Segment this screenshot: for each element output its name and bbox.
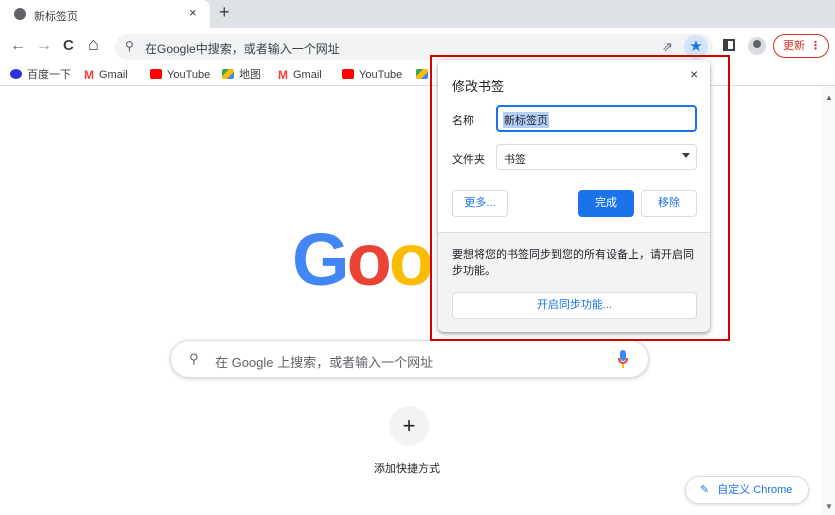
bookmark-label: YouTube [167,69,211,81]
maps-icon [222,69,234,79]
search-box[interactable]: ⚲ 在 Google 上搜索，或者输入一个网址 [170,340,649,378]
side-panel-icon[interactable] [723,39,735,51]
reload-icon[interactable]: C [63,36,74,56]
bookmark-youtube-2[interactable]: YouTube [342,67,402,83]
customize-chrome-button[interactable]: ✎ 自定义 Chrome [685,476,809,504]
google-logo: Goo [292,218,434,301]
bookmark-label: Gmail [293,69,322,81]
bookmark-label: 百度一下 [27,69,71,81]
address-bar-placeholder: 在Google中搜索，或者输入一个网址 [145,42,340,56]
bookmark-youtube[interactable]: YouTube [150,67,210,83]
scroll-down-icon[interactable]: ▼ [825,502,833,511]
new-tab-button[interactable]: + [219,2,230,23]
highlight-box [430,55,730,341]
tab-new-tab[interactable]: 新标签页 × [0,0,210,28]
gmail-icon: M [84,68,94,82]
bookmark-maps[interactable]: 地图 [222,67,261,83]
baidu-icon [10,69,22,79]
chrome-favicon-icon [14,8,26,20]
menu-icon[interactable]: ⋮ [810,35,821,57]
bookmark-gmail-2[interactable]: M Gmail [278,67,322,83]
youtube-icon [342,69,354,79]
search-icon: ⚲ [189,351,199,366]
profile-avatar-icon[interactable] [748,37,766,55]
bookmark-label: 地图 [239,69,261,81]
gmail-icon: M [278,68,288,82]
pencil-icon: ✎ [700,484,710,496]
bookmark-baidu[interactable]: 百度一下 [10,67,71,83]
search-icon: ⚲ [125,39,134,53]
logo-letter-o2: o [388,218,434,301]
tab-strip: 新标签页 × + [0,0,835,28]
add-shortcut-button[interactable]: + [389,406,429,446]
forward-icon[interactable]: → [36,36,52,56]
youtube-icon [150,69,162,79]
page-scrollbar[interactable]: ▲ ▼ [821,87,835,515]
share-icon[interactable]: ⇗ [662,39,673,55]
logo-letter-g: G [292,218,350,301]
tab-title: 新标签页 [34,11,78,23]
home-icon[interactable]: ⌂ [88,34,99,54]
add-shortcut-label[interactable]: 添加快捷方式 [374,460,440,476]
update-button[interactable]: 更新 ⋮ [773,34,829,58]
scroll-up-icon[interactable]: ▲ [825,93,833,102]
customize-chrome-label: 自定义 Chrome [717,484,793,496]
maps-icon [416,69,428,79]
logo-letter-o: o [346,218,392,301]
search-placeholder: 在 Google 上搜索，或者输入一个网址 [215,355,434,370]
update-label: 更新 [783,40,805,52]
bookmark-label: Gmail [99,69,128,81]
bookmark-label: YouTube [359,69,403,81]
tab-close-icon[interactable]: × [189,5,197,20]
back-icon[interactable]: ← [10,36,26,56]
microphone-icon[interactable] [618,350,628,368]
bookmark-gmail[interactable]: M Gmail [84,67,128,83]
